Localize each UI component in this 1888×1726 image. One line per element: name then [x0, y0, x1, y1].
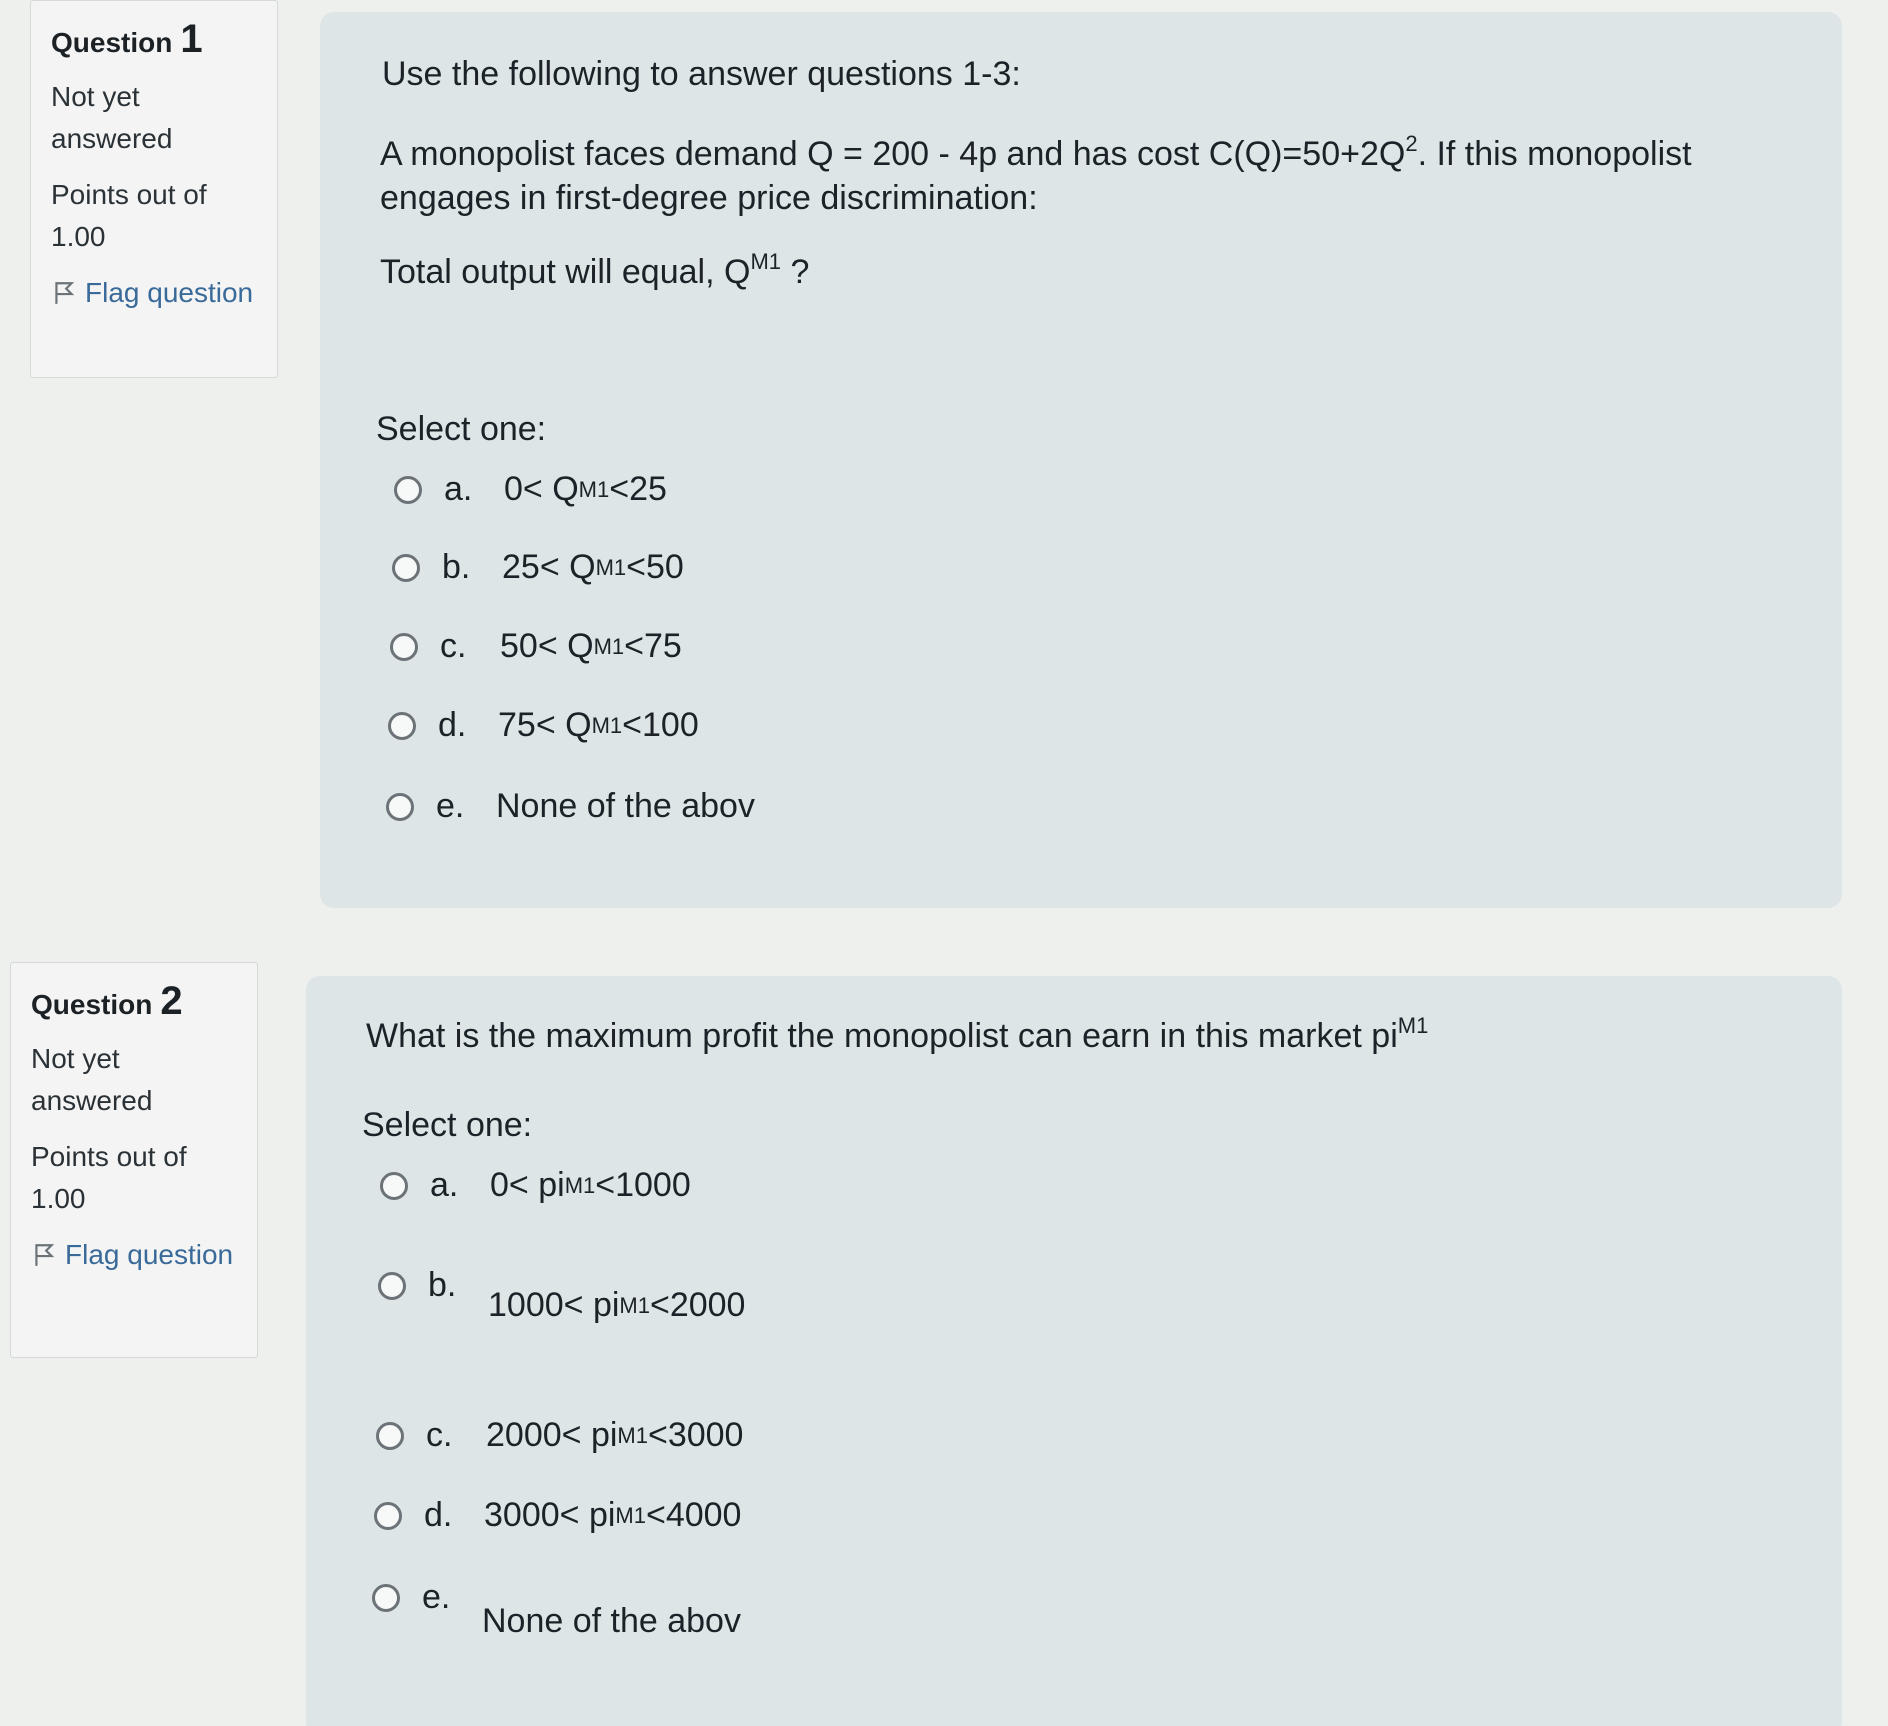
- question-2-prompt: What is the maximum profit the monopolis…: [366, 1000, 1428, 1062]
- radio-button[interactable]: [380, 1171, 408, 1200]
- option-text: 0< Q: [504, 470, 579, 508]
- option-sup: M1: [593, 633, 625, 659]
- flag-question-link[interactable]: Flag question: [31, 1234, 237, 1276]
- option-text: 2000< pi: [486, 1416, 618, 1454]
- option-text-end: <3000: [647, 1416, 744, 1454]
- question-1-text-sup: 2: [1405, 131, 1418, 156]
- q1-option-c[interactable]: c. 50< Q M1 <75: [390, 627, 682, 666]
- option-text: 50< Q: [500, 627, 594, 665]
- option-letter: b.: [442, 548, 471, 586]
- question-1-text-part1: A monopolist faces demand Q = 200 - 4p a…: [380, 135, 1406, 173]
- q2-option-a[interactable]: a. 0< pi M1 <1000: [380, 1166, 691, 1205]
- question-1-prompt: Total output will equal, QM1 ?: [380, 236, 809, 298]
- question-2-prompt-sup: M1: [1397, 1013, 1429, 1038]
- question-1-prompt-sup: M1: [750, 249, 781, 274]
- q2-option-c[interactable]: c. 2000< pi M1 <3000: [376, 1416, 743, 1455]
- option-text-end: <4000: [645, 1496, 742, 1534]
- option-letter: a.: [430, 1166, 459, 1204]
- flag-question-label: Flag question: [85, 277, 254, 308]
- question-1-info: Question 1 Not yet answered Points out o…: [30, 0, 278, 378]
- option-text-end: <25: [609, 470, 667, 508]
- option-letter: e.: [436, 787, 465, 825]
- option-letter: d.: [438, 706, 467, 744]
- question-points: Points out of 1.00: [31, 1141, 187, 1214]
- option-text-end: <50: [626, 548, 684, 586]
- option-text: 25< Q: [502, 548, 596, 586]
- q2-option-d[interactable]: d. 3000< pi M1 <4000: [374, 1496, 741, 1535]
- radio-button[interactable]: [372, 1584, 400, 1612]
- flag-icon: [35, 1244, 55, 1266]
- option-sup: M1: [591, 712, 623, 738]
- flag-question-link[interactable]: Flag question: [51, 272, 257, 314]
- option-letter: e.: [422, 1578, 451, 1616]
- question-1-prompt-text: Total output will equal, Q: [380, 253, 751, 291]
- radio-button[interactable]: [392, 553, 420, 582]
- question-1-intro: Use the following to answer questions 1-…: [382, 55, 1021, 93]
- option-sup: M1: [564, 1172, 596, 1198]
- question-points: Points out of 1.00: [51, 179, 207, 252]
- option-text: 1000< pi: [488, 1286, 620, 1324]
- question-1-text-part2: . If this monopolist: [1417, 135, 1692, 173]
- option-letter: b.: [428, 1266, 457, 1304]
- radio-button[interactable]: [386, 792, 414, 821]
- question-status: Not yet answered: [51, 81, 173, 154]
- option-text-end: <1000: [595, 1166, 691, 1204]
- radio-button[interactable]: [378, 1271, 406, 1300]
- option-letter: c.: [426, 1416, 453, 1454]
- q1-option-d[interactable]: d. 75< Q M1 <100: [388, 706, 699, 745]
- question-status: Not yet answered: [31, 1043, 153, 1116]
- option-text: None of the abov: [496, 787, 755, 825]
- radio-button[interactable]: [374, 1501, 402, 1530]
- question-label: Question: [31, 989, 153, 1020]
- question-2-info: Question 2 Not yet answered Points out o…: [10, 962, 258, 1358]
- option-text: None of the abov: [482, 1602, 741, 1640]
- question-number: 2: [160, 979, 183, 1023]
- option-sup: M1: [595, 554, 627, 580]
- option-sup: M1: [615, 1502, 646, 1528]
- option-text-end: <75: [624, 627, 682, 665]
- radio-button[interactable]: [390, 632, 418, 661]
- question-2-prompt-text: What is the maximum profit the monopolis…: [366, 1017, 1398, 1055]
- question-1-select-label: Select one:: [376, 410, 547, 448]
- radio-button[interactable]: [388, 711, 416, 740]
- option-sup: M1: [617, 1422, 648, 1448]
- option-sup: M1: [578, 476, 610, 502]
- question-1-heading: Question 1: [51, 17, 257, 62]
- question-1-text-line2: engages in first-degree price discrimina…: [380, 179, 1038, 217]
- flag-icon: [55, 282, 75, 304]
- option-text-end: <100: [622, 706, 699, 744]
- option-letter: d.: [424, 1496, 453, 1534]
- q1-option-a[interactable]: a. 0< Q M1 <25: [394, 470, 667, 509]
- option-text: 75< Q: [498, 706, 592, 744]
- quiz-page: Question 1 Not yet answered Points out o…: [0, 0, 1888, 1726]
- question-label: Question: [51, 27, 173, 58]
- question-1-prompt-end: ?: [781, 253, 810, 291]
- q1-option-b[interactable]: b. 25< Q M1 <50: [392, 548, 684, 587]
- question-2-heading: Question 2: [31, 979, 237, 1024]
- option-letter: c.: [440, 627, 467, 665]
- question-2-select-label: Select one:: [362, 1106, 533, 1144]
- option-text-end: <2000: [649, 1286, 746, 1324]
- option-sup: M1: [619, 1292, 650, 1318]
- question-1-text: A monopolist faces demand Q = 200 - 4p a…: [380, 118, 1692, 180]
- q2-option-e[interactable]: e. None of the abov: [372, 1578, 741, 1641]
- option-text: 0< pi: [490, 1166, 565, 1204]
- option-text: 3000< pi: [484, 1496, 616, 1534]
- question-number: 1: [180, 17, 203, 61]
- q1-option-e[interactable]: e. None of the abov: [386, 787, 755, 826]
- radio-button[interactable]: [394, 475, 422, 504]
- q2-option-b[interactable]: b. 1000< pi M1 <2000: [378, 1246, 745, 1325]
- flag-question-label: Flag question: [65, 1239, 234, 1270]
- radio-button[interactable]: [376, 1421, 404, 1450]
- option-letter: a.: [444, 470, 473, 508]
